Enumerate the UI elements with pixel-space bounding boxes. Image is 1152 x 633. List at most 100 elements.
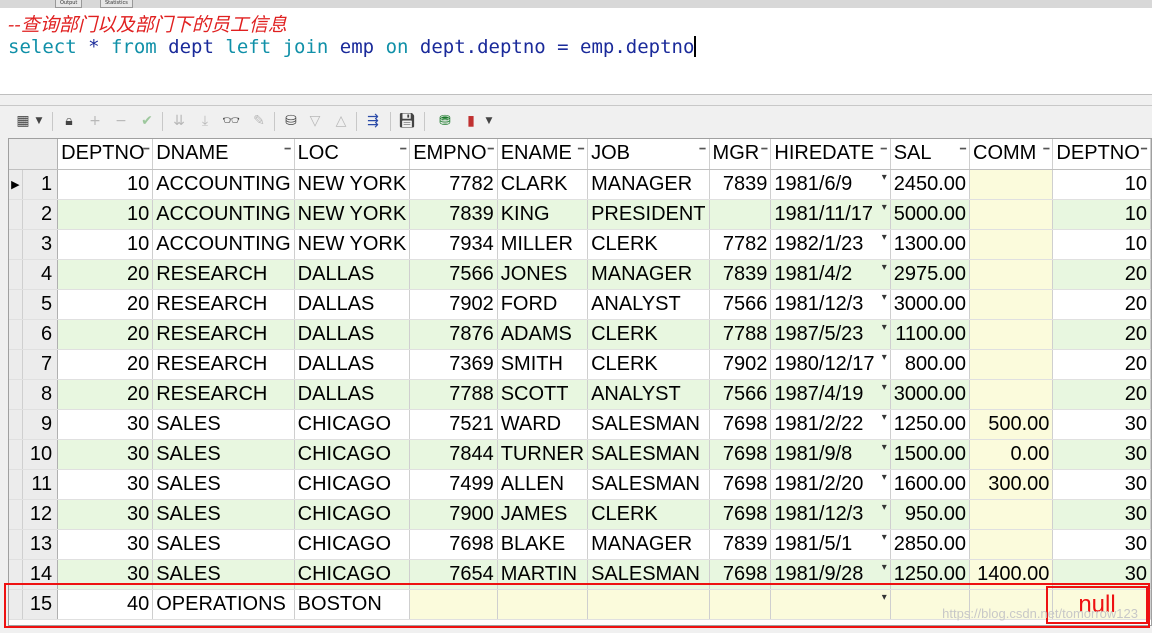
column-header[interactable]: DNAME ━ (152, 139, 295, 170)
table-cell[interactable]: NEW YORK (294, 199, 411, 230)
table-cell[interactable]: 7876 (409, 319, 498, 350)
table-cell[interactable]: 7698 (709, 559, 772, 590)
table-cell[interactable]: 7788 (709, 319, 772, 350)
row-number[interactable]: 9 (22, 409, 59, 440)
table-cell[interactable]: RESEARCH (152, 259, 295, 290)
row-indicator[interactable] (9, 529, 23, 560)
table-cell[interactable]: 7566 (409, 259, 498, 290)
row-indicator[interactable] (9, 199, 23, 230)
table-cell[interactable]: RESEARCH (152, 319, 295, 350)
row-number[interactable]: 2 (22, 199, 59, 230)
table-cell[interactable]: 10 (57, 199, 154, 230)
table-cell[interactable]: SALESMAN (587, 409, 710, 440)
table-cell[interactable]: SALESMAN (587, 469, 710, 500)
table-cell[interactable]: 1981/12/3 ▾ (770, 289, 891, 320)
table-cell[interactable]: 1981/2/20 ▾ (770, 469, 891, 500)
table-cell[interactable]: MILLER (497, 229, 589, 260)
sort-handle-icon[interactable]: ━ (1043, 144, 1049, 155)
table-cell[interactable]: 20 (1052, 349, 1151, 380)
table-cell[interactable]: 7566 (709, 379, 772, 410)
table-cell[interactable]: ANALYST (587, 379, 710, 410)
date-picker-icon[interactable]: ▾ (882, 412, 887, 423)
sort-handle-icon[interactable]: ━ (700, 144, 706, 155)
table-cell[interactable] (587, 589, 710, 620)
result-grid[interactable]: DEPTNO ━ DNAME ━ LOC ━ EMPNO ━ ENAME ━ JOB ━ MGR ━ HIR… (8, 138, 1152, 626)
table-cell[interactable]: 10 (1052, 199, 1151, 230)
table-row[interactable]: ▶ 1 10 ACCOUNTING NEW YORK 7782 CLARK MANAGER 78… (9, 169, 1151, 200)
clear-icon[interactable]: ✎ (250, 112, 268, 130)
table-cell[interactable]: 1982/1/23 ▾ (770, 229, 891, 260)
table-cell[interactable]: 30 (1052, 439, 1151, 470)
tab-statistics[interactable]: Statistics (100, 0, 133, 8)
table-cell[interactable] (969, 379, 1054, 410)
table-cell[interactable]: 30 (57, 469, 154, 500)
sort-handle-icon[interactable]: ━ (761, 144, 767, 155)
table-cell[interactable]: CLERK (587, 319, 710, 350)
table-cell[interactable]: 30 (1052, 409, 1151, 440)
table-cell[interactable]: CLERK (587, 349, 710, 380)
table-cell[interactable]: 7698 (709, 409, 772, 440)
add-row-icon[interactable]: + (86, 112, 104, 130)
lock-icon[interactable]: 🔒︎ (60, 112, 78, 130)
table-cell[interactable] (969, 499, 1054, 530)
date-picker-icon[interactable]: ▾ (882, 262, 887, 273)
table-cell[interactable]: 7499 (409, 469, 498, 500)
table-cell[interactable]: 1250.00 (890, 409, 971, 440)
date-picker-icon[interactable]: ▾ (882, 592, 887, 603)
table-cell[interactable]: ALLEN (497, 469, 589, 500)
table-cell[interactable]: 20 (57, 259, 154, 290)
table-cell[interactable]: BOSTON (294, 589, 411, 620)
table-cell[interactable] (709, 589, 772, 620)
column-header[interactable]: MGR ━ (709, 139, 772, 170)
tab-output[interactable]: Output (55, 0, 83, 8)
table-cell[interactable]: CHICAGO (294, 439, 411, 470)
table-cell[interactable]: CHICAGO (294, 559, 411, 590)
table-row[interactable]: 4 20 RESEARCH DALLAS 7566 JONES MANAGER 7839 198… (9, 259, 1151, 290)
table-cell[interactable]: 7839 (409, 199, 498, 230)
row-number[interactable]: 12 (22, 499, 59, 530)
table-cell[interactable]: CHICAGO (294, 409, 411, 440)
date-picker-icon[interactable]: ▾ (882, 472, 887, 483)
table-cell[interactable]: 7788 (409, 379, 498, 410)
table-row[interactable]: 3 10 ACCOUNTING NEW YORK 7934 MILLER CLERK 7782… (9, 229, 1151, 260)
table-cell[interactable]: 2450.00 (890, 169, 971, 200)
grid-select-icon[interactable]: ▦ (14, 112, 32, 130)
column-header[interactable]: EMPNO ━ (409, 139, 498, 170)
date-picker-icon[interactable]: ▾ (882, 232, 887, 243)
table-cell[interactable]: ACCOUNTING (152, 199, 295, 230)
date-picker-icon[interactable]: ▾ (882, 352, 887, 363)
table-cell[interactable]: 10 (57, 229, 154, 260)
column-header[interactable]: SAL ━ (890, 139, 971, 170)
table-row[interactable]: 9 30 SALES CHICAGO 7521 WARD SALESMAN 7698 1981/… (9, 409, 1151, 440)
table-cell[interactable] (709, 199, 772, 230)
table-cell[interactable]: 3000.00 (890, 289, 971, 320)
table-cell[interactable]: ACCOUNTING (152, 229, 295, 260)
date-picker-icon[interactable]: ▾ (882, 502, 887, 513)
row-indicator[interactable] (9, 259, 23, 290)
row-number[interactable]: 10 (22, 439, 59, 470)
chevron-down-icon[interactable]: ▼ (34, 112, 44, 130)
table-cell[interactable]: 1981/11/17 ▾ (770, 199, 891, 230)
table-cell[interactable]: 1981/9/28 ▾ (770, 559, 891, 590)
table-cell[interactable]: SALES (152, 439, 295, 470)
table-row[interactable]: 7 20 RESEARCH DALLAS 7369 SMITH CLERK 7902 1980/… (9, 349, 1151, 380)
table-cell[interactable]: MANAGER (587, 169, 710, 200)
table-cell[interactable]: 20 (57, 289, 154, 320)
row-indicator[interactable] (9, 319, 23, 350)
table-cell[interactable] (969, 349, 1054, 380)
current-row-indicator-icon[interactable]: ▶ (9, 169, 23, 200)
table-cell[interactable]: 30 (57, 529, 154, 560)
table-cell[interactable]: 7782 (409, 169, 498, 200)
table-cell[interactable]: 7521 (409, 409, 498, 440)
table-cell[interactable]: KING (497, 199, 589, 230)
table-cell[interactable]: 30 (1052, 499, 1151, 530)
table-cell[interactable]: DALLAS (294, 289, 411, 320)
table-cell[interactable]: CHICAGO (294, 469, 411, 500)
sort-handle-icon[interactable]: ━ (881, 144, 887, 155)
table-cell[interactable]: 20 (1052, 379, 1151, 410)
row-number[interactable]: 3 (22, 229, 59, 260)
table-cell[interactable]: 20 (57, 349, 154, 380)
export-icon[interactable]: ⇶ (364, 112, 382, 130)
sort-handle-icon[interactable]: ━ (285, 144, 291, 155)
table-cell[interactable]: JAMES (497, 499, 589, 530)
